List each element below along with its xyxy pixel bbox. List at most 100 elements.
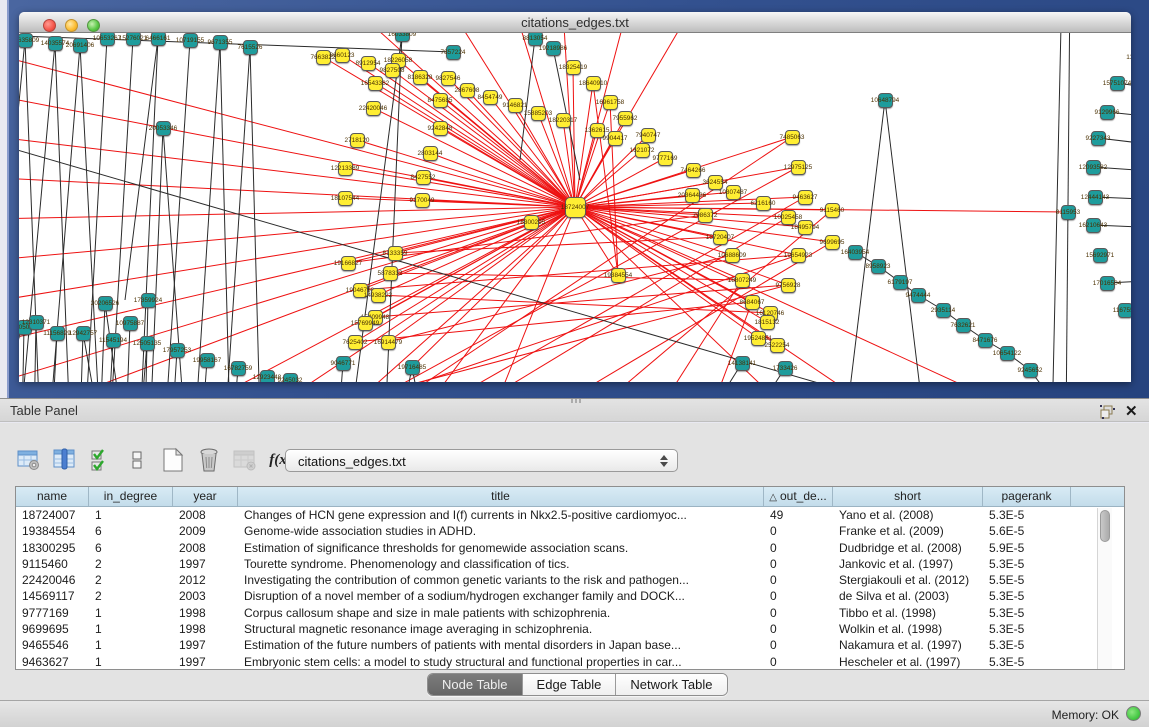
- graph-node[interactable]: 22420046: [366, 101, 381, 116]
- splitter-grip[interactable]: [571, 399, 581, 403]
- graph-node[interactable]: 8186328: [413, 70, 428, 85]
- table-settings-icon[interactable]: [15, 447, 42, 473]
- column-header-year[interactable]: year: [173, 487, 238, 506]
- graph-node[interactable]: 18220317: [556, 113, 571, 128]
- table-cell[interactable]: 19384554: [16, 523, 89, 539]
- column-header-out-de-[interactable]: △out_de...: [764, 487, 833, 506]
- graph-node[interactable]: 8660123: [335, 48, 350, 63]
- graph-node[interactable]: 16543382: [368, 76, 383, 91]
- table-cell[interactable]: 22420046: [16, 572, 89, 588]
- graph-node[interactable]: 19384554: [611, 268, 626, 283]
- table-row[interactable]: 977716911998Corpus callosum shape and si…: [16, 605, 1124, 621]
- table-cell[interactable]: 6: [89, 523, 173, 539]
- graph-node[interactable]: 7955962: [618, 111, 633, 126]
- graph-node[interactable]: 9146821: [508, 98, 523, 113]
- graph-node[interactable]: 20364436: [685, 188, 700, 203]
- table-cell[interactable]: de Silva et al. (2003): [833, 588, 983, 604]
- scrollbar-thumb[interactable]: [1100, 510, 1110, 542]
- graph-node[interactable]: 8454749: [483, 90, 498, 105]
- table-cell[interactable]: 1: [89, 637, 173, 653]
- graph-node[interactable]: 9904417: [608, 131, 623, 146]
- table-cell[interactable]: 5.3E-5: [983, 556, 1071, 572]
- graph-node[interactable]: 12093582: [1086, 160, 1101, 175]
- table-cell[interactable]: 2008: [173, 540, 238, 556]
- graph-node[interactable]: 9671355: [213, 35, 228, 50]
- table-cell[interactable]: 9115460: [16, 556, 89, 572]
- graph-node[interactable]: 17359924: [141, 293, 156, 308]
- table-cell[interactable]: 5.3E-5: [983, 621, 1071, 637]
- graph-node[interactable]: 12310371: [29, 315, 44, 330]
- graph-node[interactable]: 19046798: [353, 283, 368, 298]
- graph-node[interactable]: 16210643: [1086, 218, 1101, 233]
- table-select[interactable]: citations_edges.txt: [285, 449, 678, 472]
- graph-node[interactable]: 7464266: [686, 163, 701, 178]
- table-cell[interactable]: Embryonic stem cells: a model to study s…: [238, 654, 764, 670]
- graph-node[interactable]: 3624554: [708, 175, 723, 190]
- table-cell[interactable]: 5.9E-5: [983, 540, 1071, 556]
- graph-node[interactable]: 9242848: [433, 121, 448, 136]
- table-cell[interactable]: 2009: [173, 523, 238, 539]
- graph-node[interactable]: 8427552: [416, 170, 431, 185]
- table-cell[interactable]: Stergiakouli et al. (2012): [833, 572, 983, 588]
- table-cell[interactable]: 18724007: [16, 507, 89, 523]
- table-cell[interactable]: 1: [89, 621, 173, 637]
- graph-node[interactable]: 2718120: [350, 133, 365, 148]
- table-cell[interactable]: 5.6E-5: [983, 523, 1071, 539]
- graph-node[interactable]: 16961758: [603, 95, 618, 110]
- graph-node[interactable]: 8133359: [388, 246, 403, 261]
- graph-node[interactable]: 1815132: [760, 315, 775, 330]
- graph-node[interactable]: 19654923: [791, 248, 806, 263]
- table-cell[interactable]: 9699695: [16, 621, 89, 637]
- graph-node[interactable]: 17957253: [170, 343, 185, 358]
- table-cell[interactable]: Jankovic et al. (1997): [833, 556, 983, 572]
- column-header-name[interactable]: name: [16, 487, 89, 506]
- float-window-icon[interactable]: [1100, 405, 1115, 419]
- table-row[interactable]: 946362711997Embryonic stem cells: a mode…: [16, 654, 1124, 670]
- table-cell[interactable]: 9777169: [16, 605, 89, 621]
- graph-node[interactable]: 7940747: [641, 128, 656, 143]
- graph-node[interactable]: 19958167: [200, 353, 215, 368]
- graph-node[interactable]: 8115953: [1061, 205, 1076, 220]
- table-cell[interactable]: 1: [89, 654, 173, 670]
- graph-node[interactable]: 7986372: [698, 208, 713, 223]
- graph-node[interactable]: 16914479: [381, 335, 396, 350]
- graph-node[interactable]: 8471676: [978, 333, 993, 348]
- graph-node[interactable]: 18107544: [338, 191, 353, 206]
- table-cell[interactable]: 1997: [173, 556, 238, 572]
- table-cell[interactable]: 2008: [173, 507, 238, 523]
- table-cell[interactable]: 14569117: [16, 588, 89, 604]
- graph-node[interactable]: 18640910: [586, 76, 601, 91]
- graph-node[interactable]: 18495794: [798, 220, 813, 235]
- table-cell[interactable]: 5.3E-5: [983, 654, 1071, 670]
- table-cell[interactable]: Franke et al. (2009): [833, 523, 983, 539]
- select-columns-icon[interactable]: [51, 447, 78, 473]
- graph-node[interactable]: 12505135: [140, 336, 155, 351]
- graph-node[interactable]: 2935114: [936, 303, 951, 318]
- graph-node[interactable]: 10025458: [781, 210, 796, 225]
- select-rows-icon[interactable]: [87, 447, 114, 473]
- graph-node[interactable]: 19524851: [751, 331, 766, 346]
- table-cell[interactable]: 5.3E-5: [983, 637, 1071, 653]
- graph-node[interactable]: 8813054: [528, 33, 543, 46]
- graph-node[interactable]: 11545194: [106, 333, 121, 348]
- graph-node[interactable]: 9227343: [1091, 131, 1106, 146]
- table-cell[interactable]: 1: [89, 605, 173, 621]
- graph-node[interactable]: 20691406: [73, 38, 88, 53]
- table-cell[interactable]: 0: [764, 637, 833, 653]
- graph-node[interactable]: 8475685: [433, 93, 448, 108]
- tab-node-table[interactable]: Node Table: [428, 674, 523, 695]
- graph-node[interactable]: 7485063: [785, 130, 800, 145]
- table-cell[interactable]: Tourette syndrome. Phenomenology and cla…: [238, 556, 764, 572]
- column-header-pagerank[interactable]: pagerank: [983, 487, 1071, 506]
- graph-node[interactable]: 1733426: [778, 361, 793, 376]
- graph-node[interactable]: 9827508: [385, 63, 400, 78]
- table-cell[interactable]: Structural magnetic resonance image aver…: [238, 621, 764, 637]
- graph-node[interactable]: 14938222: [371, 288, 386, 303]
- graph-node[interactable]: 9463627: [798, 190, 813, 205]
- new-table-icon[interactable]: [159, 447, 186, 473]
- graph-node[interactable]: 12213389: [338, 161, 353, 176]
- table-cell[interactable]: Disruption of a novel member of a sodium…: [238, 588, 764, 604]
- column-header-in-degree[interactable]: in_degree: [89, 487, 173, 506]
- graph-node[interactable]: 18807249: [735, 273, 750, 288]
- graph-node[interactable]: 8912954: [361, 56, 376, 71]
